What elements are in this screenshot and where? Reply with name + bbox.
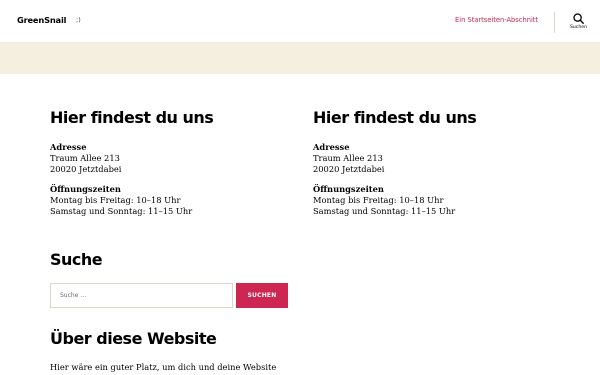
widget-title: Hier findest du uns xyxy=(313,108,477,127)
cover-band xyxy=(0,42,600,74)
search-icon xyxy=(573,13,584,24)
hours-line: Samstag und Sonntag: 11–15 Uhr xyxy=(313,206,456,216)
search-input[interactable]: Suche … xyxy=(50,283,233,308)
search-submit-button[interactable]: SUCHEN xyxy=(236,283,288,308)
hours-line: Samstag und Sonntag: 11–15 Uhr xyxy=(50,206,193,216)
address-line: Traum Allee 213 xyxy=(50,153,120,163)
site-title-link[interactable]: GreenSnail xyxy=(17,15,66,25)
search-toggle-button[interactable]: Suchen xyxy=(565,13,592,37)
widget-title: Hier findest du uns xyxy=(50,108,214,127)
nav-link-startseiten-abschnitt[interactable]: Ein Startseiten-Abschnitt xyxy=(455,16,538,24)
find-us-widget-right: Hier findest du uns Adresse Traum Allee … xyxy=(313,108,563,217)
find-us-widget-left: Hier findest du uns Adresse Traum Allee … xyxy=(50,108,300,217)
hours-heading: Öffnungszeiten xyxy=(50,184,121,194)
hours-line: Montag bis Freitag: 10–18 Uhr xyxy=(50,195,181,205)
about-widget-title: Über diese Website xyxy=(50,329,217,348)
site-header: GreenSnail ;) Ein Startseiten-Abschnitt … xyxy=(0,0,600,42)
about-widget-text: Hier wäre ein guter Platz, um dich und d… xyxy=(50,362,277,372)
address-line: Traum Allee 213 xyxy=(313,153,383,163)
search-widget-title: Suche xyxy=(50,250,103,269)
address-line: 20020 Jetztdabei xyxy=(313,164,385,174)
hours-heading: Öffnungszeiten xyxy=(313,184,384,194)
header-separator xyxy=(554,12,555,33)
address-line: 20020 Jetztdabei xyxy=(50,164,122,174)
site-description: ;) xyxy=(76,16,81,24)
hours-line: Montag bis Freitag: 10–18 Uhr xyxy=(313,195,444,205)
address-heading: Adresse xyxy=(313,142,350,152)
search-toggle-label: Suchen xyxy=(569,25,587,30)
address-heading: Adresse xyxy=(50,142,87,152)
